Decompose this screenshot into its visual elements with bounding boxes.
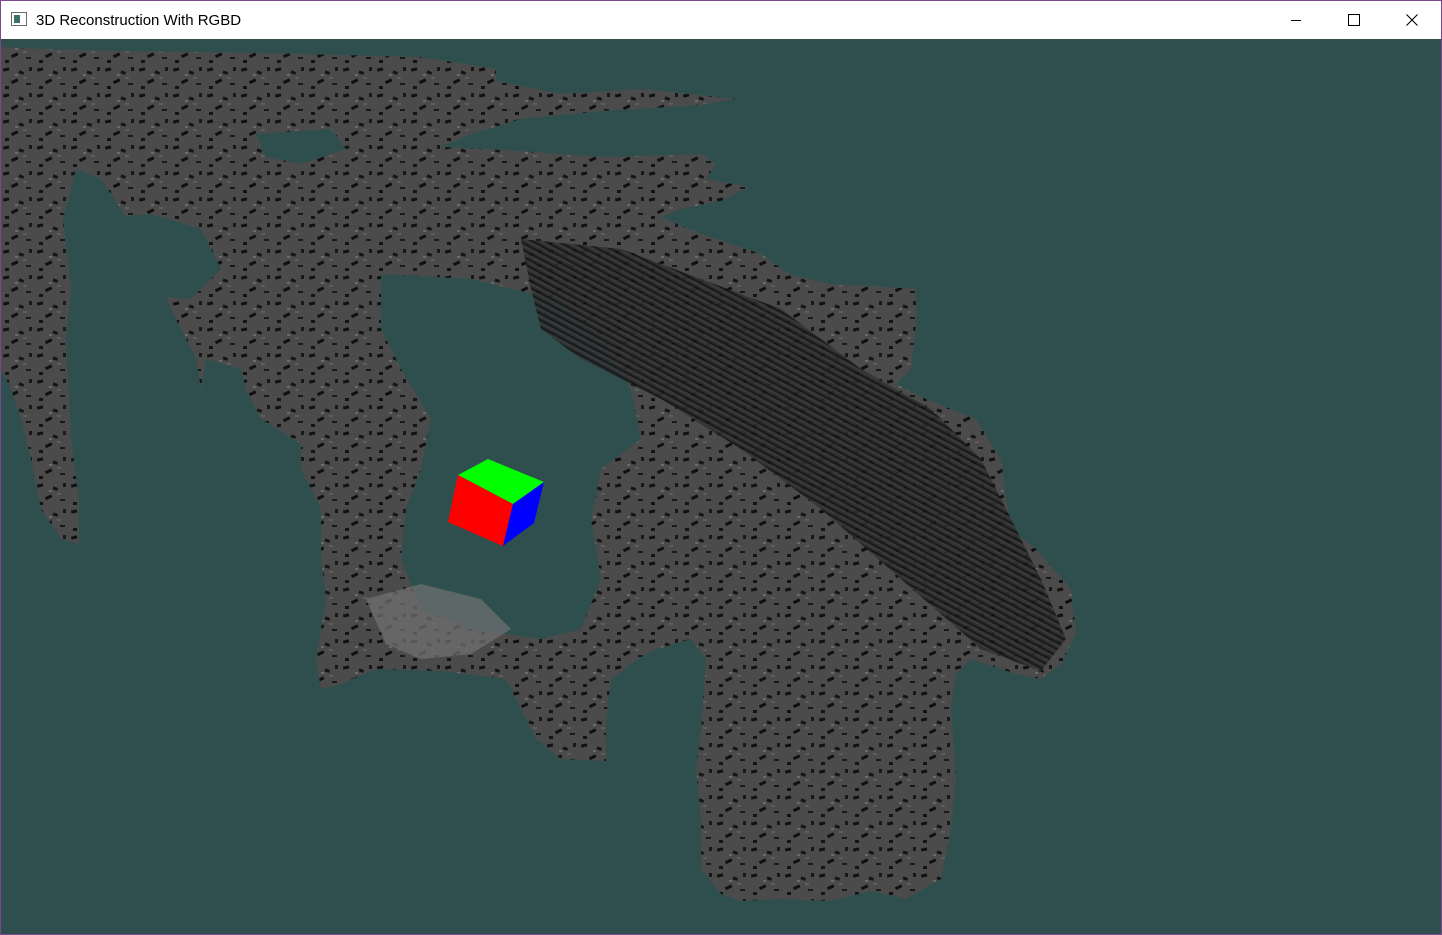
maximize-button[interactable] — [1325, 1, 1383, 39]
window-app-icon[interactable] — [11, 12, 27, 26]
maximize-icon — [1348, 14, 1360, 26]
reconstruction-scene[interactable] — [1, 39, 1441, 934]
render-viewport[interactable] — [1, 39, 1441, 934]
minimize-button[interactable] — [1267, 1, 1325, 39]
minimize-icon — [1291, 20, 1301, 21]
window-title: 3D Reconstruction With RGBD — [36, 12, 242, 29]
title-bar[interactable]: 3D Reconstruction With RGBD — [1, 1, 1441, 39]
app-window: 3D Reconstruction With RGBD — [0, 0, 1442, 935]
close-button[interactable] — [1383, 1, 1441, 39]
close-icon — [1406, 14, 1418, 26]
